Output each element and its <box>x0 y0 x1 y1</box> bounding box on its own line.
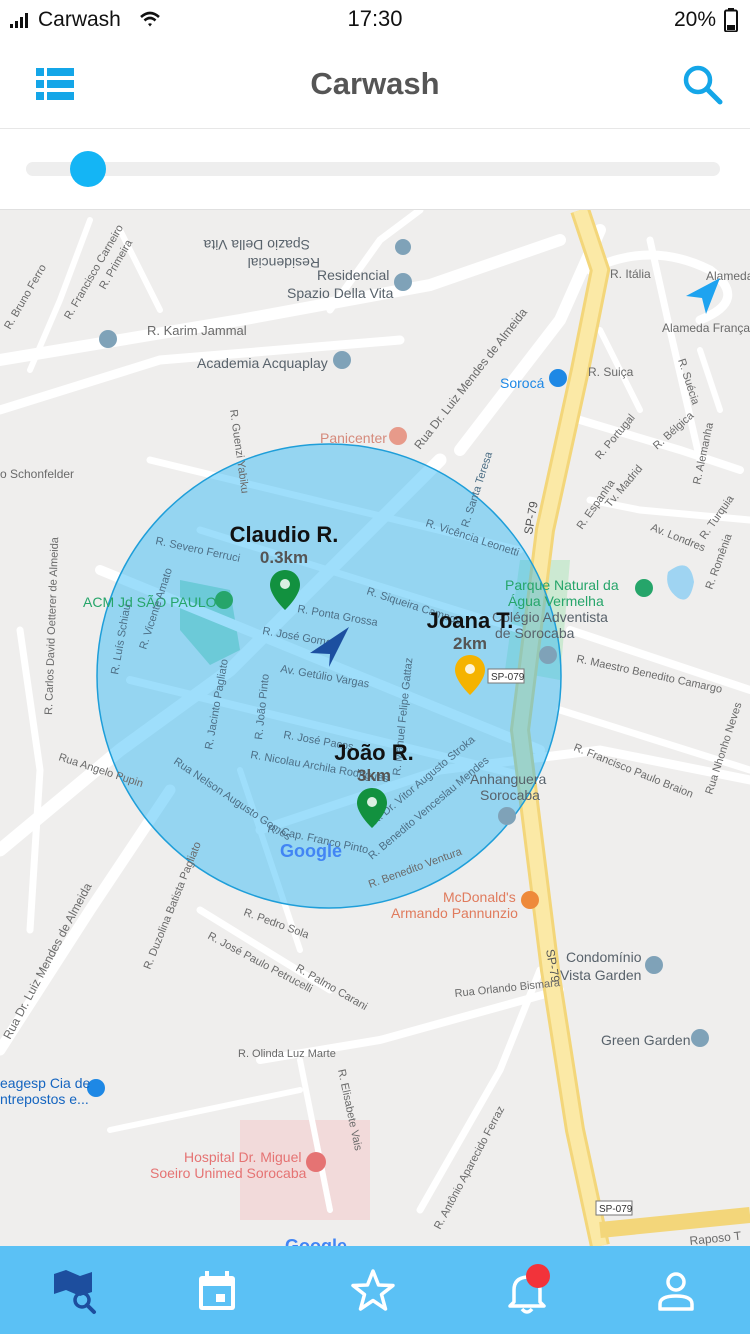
poi-adventista <box>539 646 557 664</box>
status-bar: Carwash 17:30 20% <box>0 0 750 40</box>
google-watermark-bottom: Google <box>285 1236 347 1246</box>
map-pin-icon[interactable] <box>270 570 300 610</box>
battery-percent: 20% <box>673 8 716 31</box>
label-green-garden: Green Garden <box>601 1032 691 1048</box>
marker-distance: 2km <box>452 634 488 653</box>
search-button[interactable] <box>682 64 724 106</box>
poi-panicenter <box>389 427 407 445</box>
label-pedro-sola: R. Pedro Sola <box>242 907 311 942</box>
map-view[interactable]: R. Karim Jammal Academia Acquaplay Resid… <box>0 210 750 1246</box>
marker-distance: 0.3km <box>259 548 309 567</box>
calendar-icon <box>199 1271 235 1310</box>
poi-mcdonalds <box>521 891 539 909</box>
status-time: 17:30 <box>347 6 403 31</box>
label-sp079-badge-1: SP-079 <box>491 672 525 683</box>
poi-parque <box>635 579 653 597</box>
marker-label-joana: Joana T. 2km <box>404 608 536 654</box>
battery-icon <box>724 8 738 32</box>
search-icon <box>683 65 723 105</box>
label-italia: R. Itália <box>610 267 651 281</box>
tab-calendar[interactable] <box>192 1266 242 1316</box>
label-spazio-flip: Spazio Della Vita <box>203 237 310 253</box>
label-londres: Av. Londres <box>649 522 707 555</box>
poi-green-garden <box>691 1029 709 1047</box>
label-condominio-1: Condomínio <box>566 949 642 965</box>
label-francisco-braion: R. Francisco Paulo Braion <box>572 742 695 801</box>
page-title: Carwash <box>310 66 440 101</box>
notification-badge <box>526 1264 550 1288</box>
label-ceagesp-1: eagesp Cia de <box>0 1075 91 1091</box>
app-header: Carwash <box>0 40 750 129</box>
label-residencial: Residencial <box>317 267 389 283</box>
label-hospital-1: Hospital Dr. Miguel <box>184 1149 302 1165</box>
label-alameda-d: Alameda d <box>706 269 750 283</box>
label-alameda-franca: Alameda França <box>662 321 750 335</box>
tab-favorites[interactable] <box>348 1266 398 1316</box>
poi-anhanguera <box>498 807 516 825</box>
marker-name: Joana T. <box>426 608 514 633</box>
highway-raposo <box>599 1207 750 1238</box>
label-sp079-badge-2: SP-079 <box>599 1204 633 1215</box>
poi-residencial <box>394 273 412 291</box>
label-olinda: R. Olinda Luz Marte <box>238 1048 336 1060</box>
poi-condominio <box>645 956 663 974</box>
label-parque-2: Água Vermelha <box>508 593 604 609</box>
radius-slider-track[interactable] <box>26 162 720 176</box>
label-duzolina: R. Duzolina Batista Pagliato <box>142 840 204 971</box>
label-bruno-ferro: R. Bruno Ferro <box>2 262 49 331</box>
label-panicenter: Panicenter <box>320 430 387 446</box>
label-mcdonalds-1: McDonald's <box>443 889 516 905</box>
map-pin-icon[interactable] <box>455 655 485 695</box>
marker-distance: 3km <box>356 766 392 785</box>
label-soroca: Sorocá <box>500 375 545 391</box>
poi-acm <box>215 591 233 609</box>
map-search-icon <box>54 1270 96 1314</box>
label-ceagesp-2: ntrepostos e... <box>0 1091 89 1107</box>
label-raposo: Raposo T <box>689 1229 743 1246</box>
label-residencial-flip: Residencial <box>248 255 320 271</box>
marker-name: Claudio R. <box>229 522 339 547</box>
tab-profile[interactable] <box>651 1266 701 1316</box>
profile-icon <box>658 1272 694 1311</box>
status-right: 20% <box>674 8 738 32</box>
bottom-tab-bar <box>0 1246 750 1334</box>
star-icon <box>351 1269 395 1311</box>
poi-hospital <box>306 1152 326 1172</box>
radius-slider-row <box>0 129 750 210</box>
label-academia: Academia Acquaplay <box>197 355 328 371</box>
google-watermark: Google <box>280 841 342 861</box>
label-hospital-2: Soeiro Unimed Sorocaba <box>150 1165 307 1181</box>
marker-label-joao: João R. 3km <box>318 740 430 786</box>
label-schonfelder: o Schonfelder <box>0 467 74 481</box>
label-mcdonalds-2: Armando Pannunzio <box>391 905 518 921</box>
marker-name: João R. <box>334 740 414 765</box>
lake <box>667 565 694 600</box>
label-condominio-2: Vista Garden <box>560 967 641 983</box>
poi-academia <box>333 351 351 369</box>
label-anhanguera-1: Anhanguera <box>470 771 547 787</box>
label-parque-1: Parque Natural da <box>505 577 619 593</box>
map-canvas: R. Karim Jammal Academia Acquaplay Resid… <box>0 210 750 1246</box>
poi-residencial-flip <box>395 239 411 255</box>
label-suica: R. Suiça <box>588 365 634 379</box>
poi-shop <box>549 369 567 387</box>
tab-map[interactable] <box>50 1266 100 1316</box>
radius-slider-thumb[interactable] <box>70 151 107 187</box>
label-karim: R. Karim Jammal <box>147 323 247 338</box>
poi-school <box>99 330 117 348</box>
label-spazio: Spazio Della Vita <box>287 285 394 301</box>
map-pin-icon[interactable] <box>357 788 387 828</box>
label-carlos-oetterer: R. Carlos David Oetterer de Almeida <box>43 536 61 715</box>
label-luiz-mendes-bottom: Rua Dr. Luiz Mendes de Almeida <box>0 880 95 1041</box>
label-anhanguera-2: Sorocaba <box>480 787 540 803</box>
marker-label-claudio: Claudio R. 0.3km <box>216 522 352 568</box>
